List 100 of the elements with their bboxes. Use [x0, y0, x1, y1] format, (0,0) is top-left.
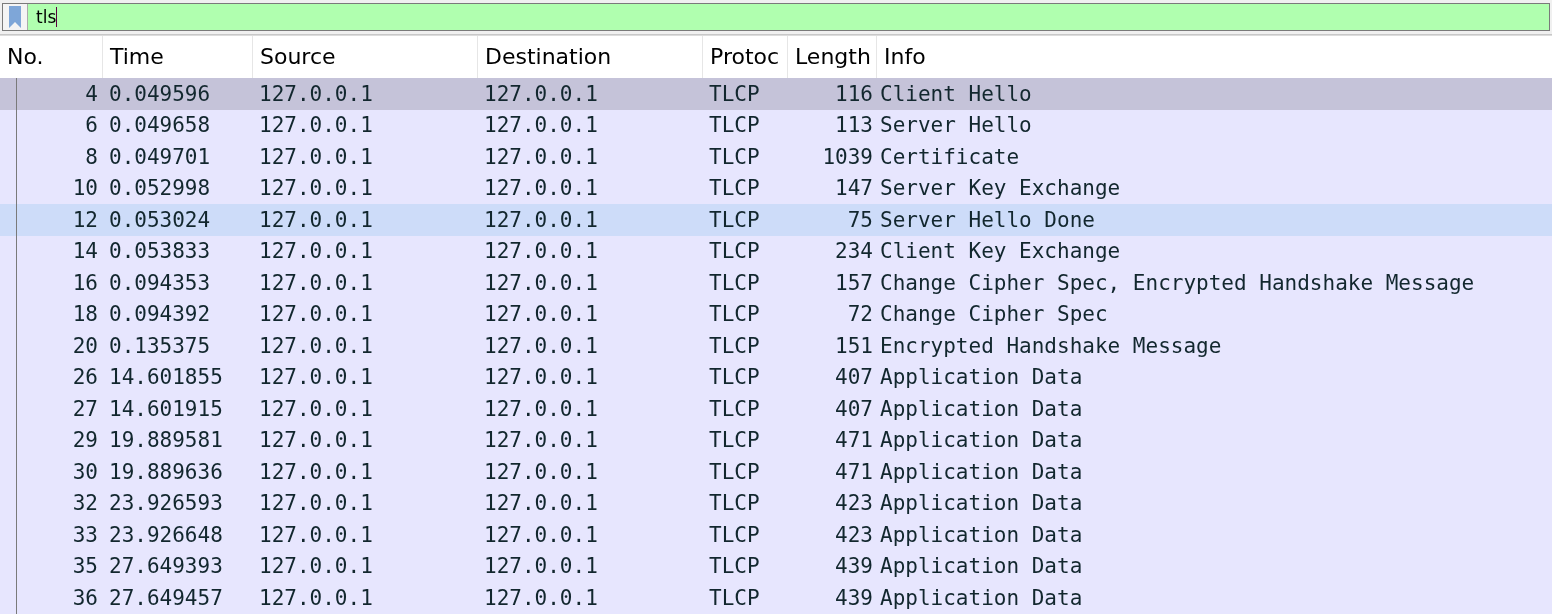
table-cell: Server Hello Done: [880, 207, 1095, 232]
table-cell: 127.0.0.1: [484, 365, 598, 390]
table-cell: Client Hello: [880, 81, 1032, 106]
table-cell: 127.0.0.1: [259, 396, 373, 421]
table-cell: 0.049658: [109, 113, 211, 138]
packet-row[interactable]: 30 19.889636 127.0.0.1 127.0.0.1 TLCP 471 Application Data: [0, 456, 1552, 488]
table-cell: TLCP: [709, 239, 760, 264]
table-cell: TLCP: [709, 396, 760, 421]
table-cell: 127.0.0.1: [484, 333, 598, 358]
packet-row[interactable]: 10 0.052998 127.0.0.1 127.0.0.1 TLCP 147 Server Key Exchange: [0, 172, 1552, 204]
table-cell: Application Data: [880, 396, 1083, 421]
packet-row[interactable]: 26 14.601855 127.0.0.1 127.0.0.1 TLCP 407 Application Data: [0, 361, 1552, 393]
table-cell: 127.0.0.1: [259, 365, 373, 390]
table-cell: 234: [835, 239, 873, 264]
table-cell: 26: [72, 365, 98, 390]
table-cell: Client Key Exchange: [880, 239, 1121, 264]
table-cell: Application Data: [880, 459, 1083, 484]
table-cell: 8: [85, 144, 98, 169]
table-cell: 157: [835, 270, 873, 295]
table-cell: 127.0.0.1: [484, 585, 598, 610]
table-cell: 14.601915: [109, 396, 223, 421]
table-cell: 27.649457: [109, 585, 223, 610]
packet-row[interactable]: 29 19.889581 127.0.0.1 127.0.0.1 TLCP 471 Application Data: [0, 424, 1552, 456]
table-cell: 127.0.0.1: [484, 176, 598, 201]
table-cell: 127.0.0.1: [484, 113, 598, 138]
table-cell: 14.601855: [109, 365, 223, 390]
table-cell: TLCP: [709, 428, 760, 453]
bookmark-icon[interactable]: [3, 4, 28, 30]
table-cell: TLCP: [709, 585, 760, 610]
table-cell: 30: [72, 459, 98, 484]
table-cell: 127.0.0.1: [259, 81, 373, 106]
table-cell: TLCP: [709, 365, 760, 390]
table-cell: 127.0.0.1: [259, 522, 373, 547]
table-cell: Application Data: [880, 365, 1083, 390]
packet-row[interactable]: 36 27.649457 127.0.0.1 127.0.0.1 TLCP 439 Application Data: [0, 582, 1552, 614]
table-cell: 127.0.0.1: [484, 554, 598, 579]
table-cell: 0.052998: [109, 176, 211, 201]
table-cell: 27.649393: [109, 554, 223, 579]
packet-row[interactable]: 12 0.053024 127.0.0.1 127.0.0.1 TLCP 75 Server Hello Done: [0, 204, 1552, 236]
table-cell: 72: [847, 302, 873, 327]
table-cell: 19.889636: [109, 459, 223, 484]
packet-row[interactable]: 35 27.649393 127.0.0.1 127.0.0.1 TLCP 439 Application Data: [0, 550, 1552, 582]
table-cell: TLCP: [709, 491, 760, 516]
table-cell: 127.0.0.1: [484, 239, 598, 264]
table-cell: 10: [72, 176, 98, 201]
table-cell: Server Hello: [880, 113, 1032, 138]
table-cell: TLCP: [709, 144, 760, 169]
packet-row[interactable]: 8 0.049701 127.0.0.1 127.0.0.1 TLCP 1039 Certificate: [0, 141, 1552, 173]
packet-row[interactable]: 6 0.049658 127.0.0.1 127.0.0.1 TLCP 113 Server Hello: [0, 109, 1552, 141]
table-cell: Change Cipher Spec: [880, 302, 1108, 327]
table-cell: 36: [72, 585, 98, 610]
table-cell: 127.0.0.1: [484, 207, 598, 232]
packet-row[interactable]: 14 0.053833 127.0.0.1 127.0.0.1 TLCP 234 Client Key Exchange: [0, 235, 1552, 267]
table-cell: 127.0.0.1: [484, 302, 598, 327]
table-cell: 16: [72, 270, 98, 295]
table-cell: 18: [72, 302, 98, 327]
display-filter-field[interactable]: tls: [2, 3, 1550, 31]
table-cell: 127.0.0.1: [259, 176, 373, 201]
table-cell: 14: [72, 239, 98, 264]
table-cell: Application Data: [880, 585, 1083, 610]
packet-row[interactable]: 32 23.926593 127.0.0.1 127.0.0.1 TLCP 423 Application Data: [0, 487, 1552, 519]
packet-row[interactable]: 16 0.094353 127.0.0.1 127.0.0.1 TLCP 157 Change Cipher Spec, Encrypted Handshake Message: [0, 267, 1552, 299]
table-cell: 19.889581: [109, 428, 223, 453]
table-cell: 75: [847, 207, 873, 232]
table-cell: 4: [85, 81, 98, 106]
packet-row[interactable]: 20 0.135375 127.0.0.1 127.0.0.1 TLCP 151 Encrypted Handshake Message: [0, 330, 1552, 362]
table-cell: Encrypted Handshake Message: [880, 333, 1222, 358]
table-cell: 23.926648: [109, 522, 223, 547]
packet-row[interactable]: 27 14.601915 127.0.0.1 127.0.0.1 TLCP 407 Application Data: [0, 393, 1552, 425]
table-cell: Certificate: [880, 144, 1020, 169]
table-cell: Application Data: [880, 428, 1083, 453]
table-cell: 127.0.0.1: [259, 144, 373, 169]
table-cell: 127.0.0.1: [259, 239, 373, 264]
table-cell: 147: [835, 176, 873, 201]
table-cell: 23.926593: [109, 491, 223, 516]
table-cell: 127.0.0.1: [484, 459, 598, 484]
table-cell: 27: [72, 396, 98, 421]
table-cell: 127.0.0.1: [259, 491, 373, 516]
table-cell: 127.0.0.1: [259, 270, 373, 295]
table-cell: 407: [835, 365, 873, 390]
packet-row[interactable]: 18 0.094392 127.0.0.1 127.0.0.1 TLCP 72 Change Cipher Spec: [0, 298, 1552, 330]
table-cell: 12: [72, 207, 98, 232]
packet-row[interactable]: 33 23.926648 127.0.0.1 127.0.0.1 TLCP 423 Application Data: [0, 519, 1552, 551]
table-cell: 127.0.0.1: [259, 585, 373, 610]
table-cell: 471: [835, 428, 873, 453]
table-cell: 151: [835, 333, 873, 358]
table-cell: 439: [835, 585, 873, 610]
table-cell: 1039: [822, 144, 873, 169]
column-header[interactable]: Info: [877, 36, 1552, 78]
table-cell: TLCP: [709, 113, 760, 138]
table-cell: 423: [835, 522, 873, 547]
table-cell: TLCP: [709, 270, 760, 295]
table-cell: Server Key Exchange: [880, 176, 1121, 201]
table-cell: 0.094392: [109, 302, 211, 327]
table-cell: TLCP: [709, 207, 760, 232]
table-cell: 127.0.0.1: [484, 522, 598, 547]
table-cell: 127.0.0.1: [484, 144, 598, 169]
table-cell: 127.0.0.1: [259, 459, 373, 484]
packet-row[interactable]: 4 0.049596 127.0.0.1 127.0.0.1 TLCP 116 Client Hello: [0, 78, 1552, 110]
table-cell: 0.049596: [109, 81, 211, 106]
